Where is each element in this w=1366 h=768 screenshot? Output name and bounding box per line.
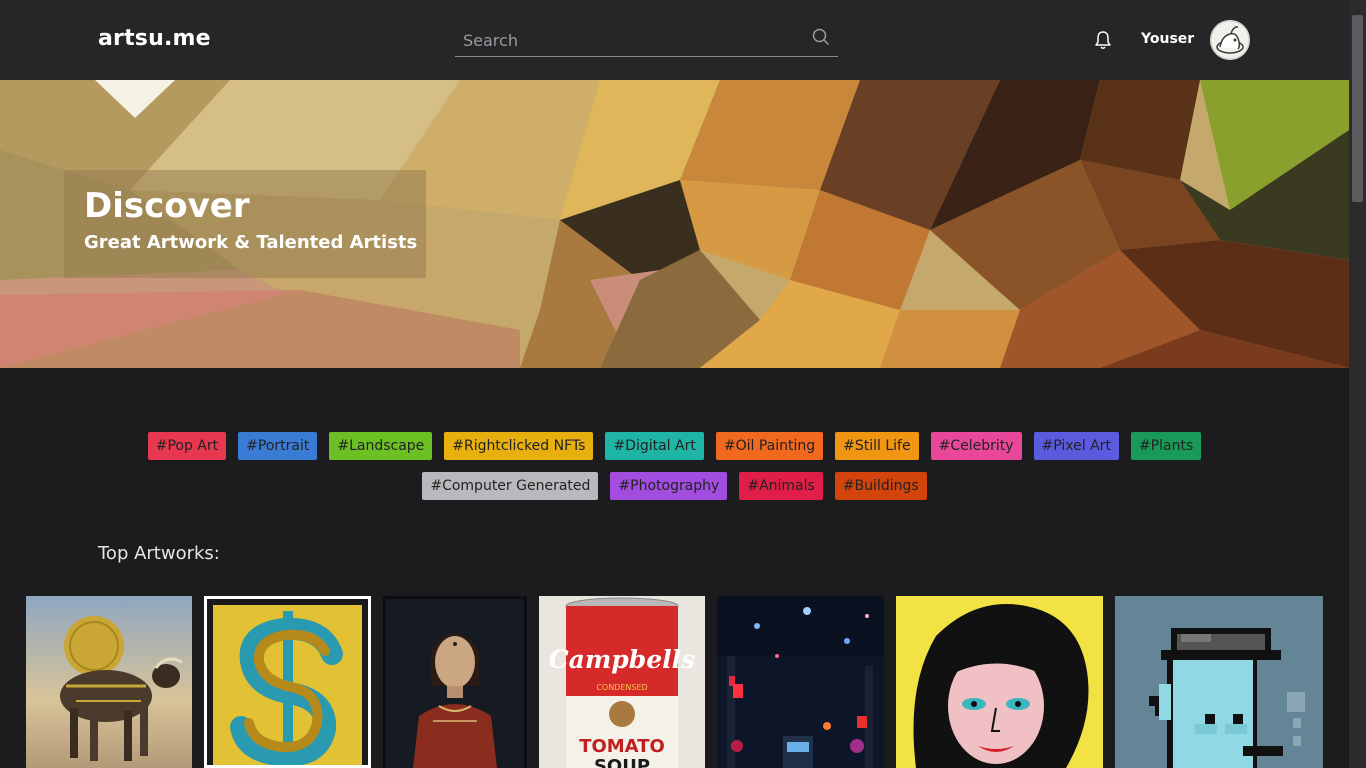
soup-can-brand: Campbells (549, 645, 695, 674)
artwork-card[interactable] (1115, 596, 1323, 768)
hero-subtitle: Great Artwork & Talented Artists (84, 232, 418, 253)
tag-row: #Pop Art #Portrait #Landscape #Rightclic… (0, 432, 1349, 460)
tag-digital-art[interactable]: #Digital Art (605, 432, 704, 460)
soup-can-flavor: TOMATO (579, 736, 665, 757)
tag-landscape[interactable]: #Landscape (329, 432, 433, 460)
tag-oil-painting[interactable]: #Oil Painting (715, 432, 824, 460)
bell-icon[interactable] (1092, 29, 1114, 51)
tag-buildings[interactable]: #Buildings (834, 472, 927, 500)
artwork-card[interactable] (896, 596, 1103, 768)
search-input[interactable] (455, 24, 805, 56)
tag-photography[interactable]: #Photography (610, 472, 728, 500)
celebrity-pop-artwork-image (896, 596, 1103, 768)
artwork-card[interactable]: Campbells CONDENSED TOMATO SOUP (539, 596, 705, 768)
artwork-card-selected[interactable] (204, 596, 371, 768)
tag-row: #Computer Generated #Photography #Animal… (0, 472, 1349, 500)
artwork-card[interactable] (383, 596, 527, 768)
site-logo[interactable]: artsu.me (98, 26, 211, 51)
search-icon[interactable] (812, 28, 830, 46)
tag-still-life[interactable]: #Still Life (835, 432, 919, 460)
top-artworks-heading: Top Artworks: (98, 543, 220, 564)
tag-portrait[interactable]: #Portrait (238, 432, 318, 460)
tag-rightclicked-nfts[interactable]: #Rightclicked NFTs (444, 432, 594, 460)
dollar-sign-artwork-image (207, 599, 368, 765)
bull-artwork-image (26, 596, 192, 768)
top-navbar: artsu.me Youser (0, 0, 1349, 80)
scrollbar-thumb[interactable] (1352, 15, 1363, 202)
tag-pop-art[interactable]: #Pop Art (147, 432, 227, 460)
page-scrollbar[interactable] (1349, 0, 1366, 768)
portrait-artwork-image (383, 596, 527, 768)
soup-can-subtitle: CONDENSED (596, 683, 647, 692)
artwork-card[interactable] (26, 596, 192, 768)
tag-computer-generated[interactable]: #Computer Generated (422, 472, 599, 500)
avatar-icon[interactable] (1210, 20, 1250, 60)
hero-caption: Discover Great Artwork & Talented Artist… (64, 170, 426, 278)
tag-plants[interactable]: #Plants (1130, 432, 1202, 460)
username[interactable]: Youser (1141, 31, 1194, 47)
tag-cloud: #Pop Art #Portrait #Landscape #Rightclic… (0, 432, 1349, 512)
tag-celebrity[interactable]: #Celebrity (930, 432, 1022, 460)
tag-animals[interactable]: #Animals (739, 472, 823, 500)
soup-can-soup: SOUP (594, 756, 650, 768)
hero-banner: Discover Great Artwork & Talented Artist… (0, 80, 1349, 368)
pixel-art-artwork-image (1115, 596, 1323, 768)
hero-title: Discover (84, 186, 250, 226)
soup-can-artwork-image: Campbells CONDENSED TOMATO SOUP (539, 596, 705, 768)
search-bar (455, 24, 838, 57)
artwork-card[interactable] (717, 596, 884, 768)
city-night-artwork-image (717, 596, 884, 768)
tag-pixel-art[interactable]: #Pixel Art (1033, 432, 1119, 460)
